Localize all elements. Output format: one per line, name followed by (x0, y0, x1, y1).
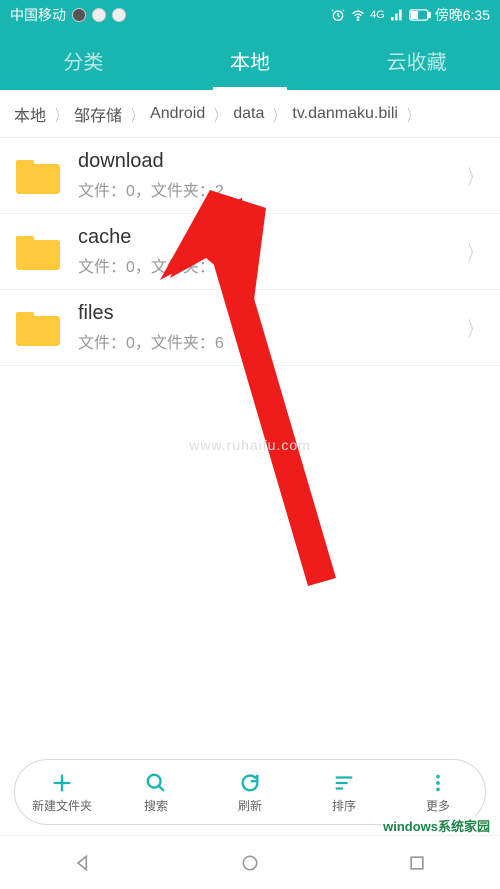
signal-icon (389, 7, 405, 23)
tool-label: 新建文件夹 (32, 797, 92, 814)
tool-label: 更多 (426, 797, 450, 814)
folder-row[interactable]: files 文件：0，文件夹：6 〉 (0, 290, 500, 366)
crumb[interactable]: data (227, 105, 270, 123)
tool-label: 排序 (332, 797, 356, 814)
nav-home-button[interactable] (220, 847, 280, 879)
watermark: windows系统家园 (381, 816, 492, 835)
refresh-button[interactable]: 刷新 (203, 760, 297, 824)
crumb[interactable]: tv.danmaku.bili (286, 105, 404, 123)
network-label: 4G (370, 9, 385, 21)
system-nav (0, 835, 500, 889)
new-folder-button[interactable]: 新建文件夹 (15, 760, 109, 824)
crumb[interactable]: Android (144, 105, 211, 123)
search-icon (144, 771, 168, 795)
folder-name: download (78, 150, 464, 173)
chevron-right-icon: 〉 (468, 237, 480, 266)
folder-list: download 文件：0，文件夹：2 〉 cache 文件：0，文件夹：4 〉… (0, 138, 500, 366)
nav-recent-button[interactable] (387, 847, 447, 879)
status-dot-icon (92, 8, 106, 22)
status-dot-icon (72, 8, 86, 22)
chevron-right-icon: 〉 (468, 161, 480, 190)
top-tabs: 分类 本地 云收藏 (0, 30, 500, 90)
wifi-icon (350, 7, 366, 23)
more-button[interactable]: 更多 (391, 760, 485, 824)
chevron-right-icon: 〉 (468, 313, 480, 342)
breadcrumb[interactable]: 本地〉 邹存储〉 Android〉 data〉 tv.danmaku.bili〉 (0, 90, 500, 138)
sort-button[interactable]: 排序 (297, 760, 391, 824)
carrier-label: 中国移动 (10, 5, 66, 25)
chevron-right-icon: 〉 (407, 102, 417, 126)
folder-icon (16, 310, 60, 346)
folder-info: 文件：0，文件夹：4 (78, 253, 464, 277)
folder-icon (16, 234, 60, 270)
folder-info: 文件：0，文件夹：6 (78, 329, 464, 353)
refresh-icon (238, 771, 262, 795)
tab-local[interactable]: 本地 (167, 30, 334, 90)
folder-row[interactable]: download 文件：0，文件夹：2 〉 (0, 138, 500, 214)
crumb[interactable]: 本地 (8, 102, 52, 126)
chevron-right-icon: 〉 (55, 102, 65, 126)
status-dot-icon (112, 8, 126, 22)
alarm-icon (330, 7, 346, 23)
chevron-right-icon: 〉 (214, 102, 224, 126)
battery-icon (409, 9, 431, 21)
folder-icon (16, 158, 60, 194)
chevron-right-icon: 〉 (274, 102, 284, 126)
folder-name: files (78, 302, 464, 325)
folder-name: cache (78, 226, 464, 249)
folder-info: 文件：0，文件夹：2 (78, 177, 464, 201)
status-bar: 中国移动 4G 傍晚6:35 (0, 0, 500, 30)
crumb[interactable]: 邹存储 (68, 102, 128, 126)
tab-category[interactable]: 分类 (0, 30, 167, 90)
search-button[interactable]: 搜索 (109, 760, 203, 824)
sort-icon (332, 771, 356, 795)
tab-cloud[interactable]: 云收藏 (333, 30, 500, 90)
time-label: 傍晚6:35 (435, 5, 490, 25)
folder-row[interactable]: cache 文件：0，文件夹：4 〉 (0, 214, 500, 290)
tool-label: 搜索 (144, 797, 168, 814)
tool-label: 刷新 (238, 797, 262, 814)
plus-icon (50, 771, 74, 795)
more-icon (426, 771, 450, 795)
nav-back-button[interactable] (53, 847, 113, 879)
chevron-right-icon: 〉 (131, 102, 141, 126)
watermark: www.ruhaifu.com (189, 437, 311, 453)
